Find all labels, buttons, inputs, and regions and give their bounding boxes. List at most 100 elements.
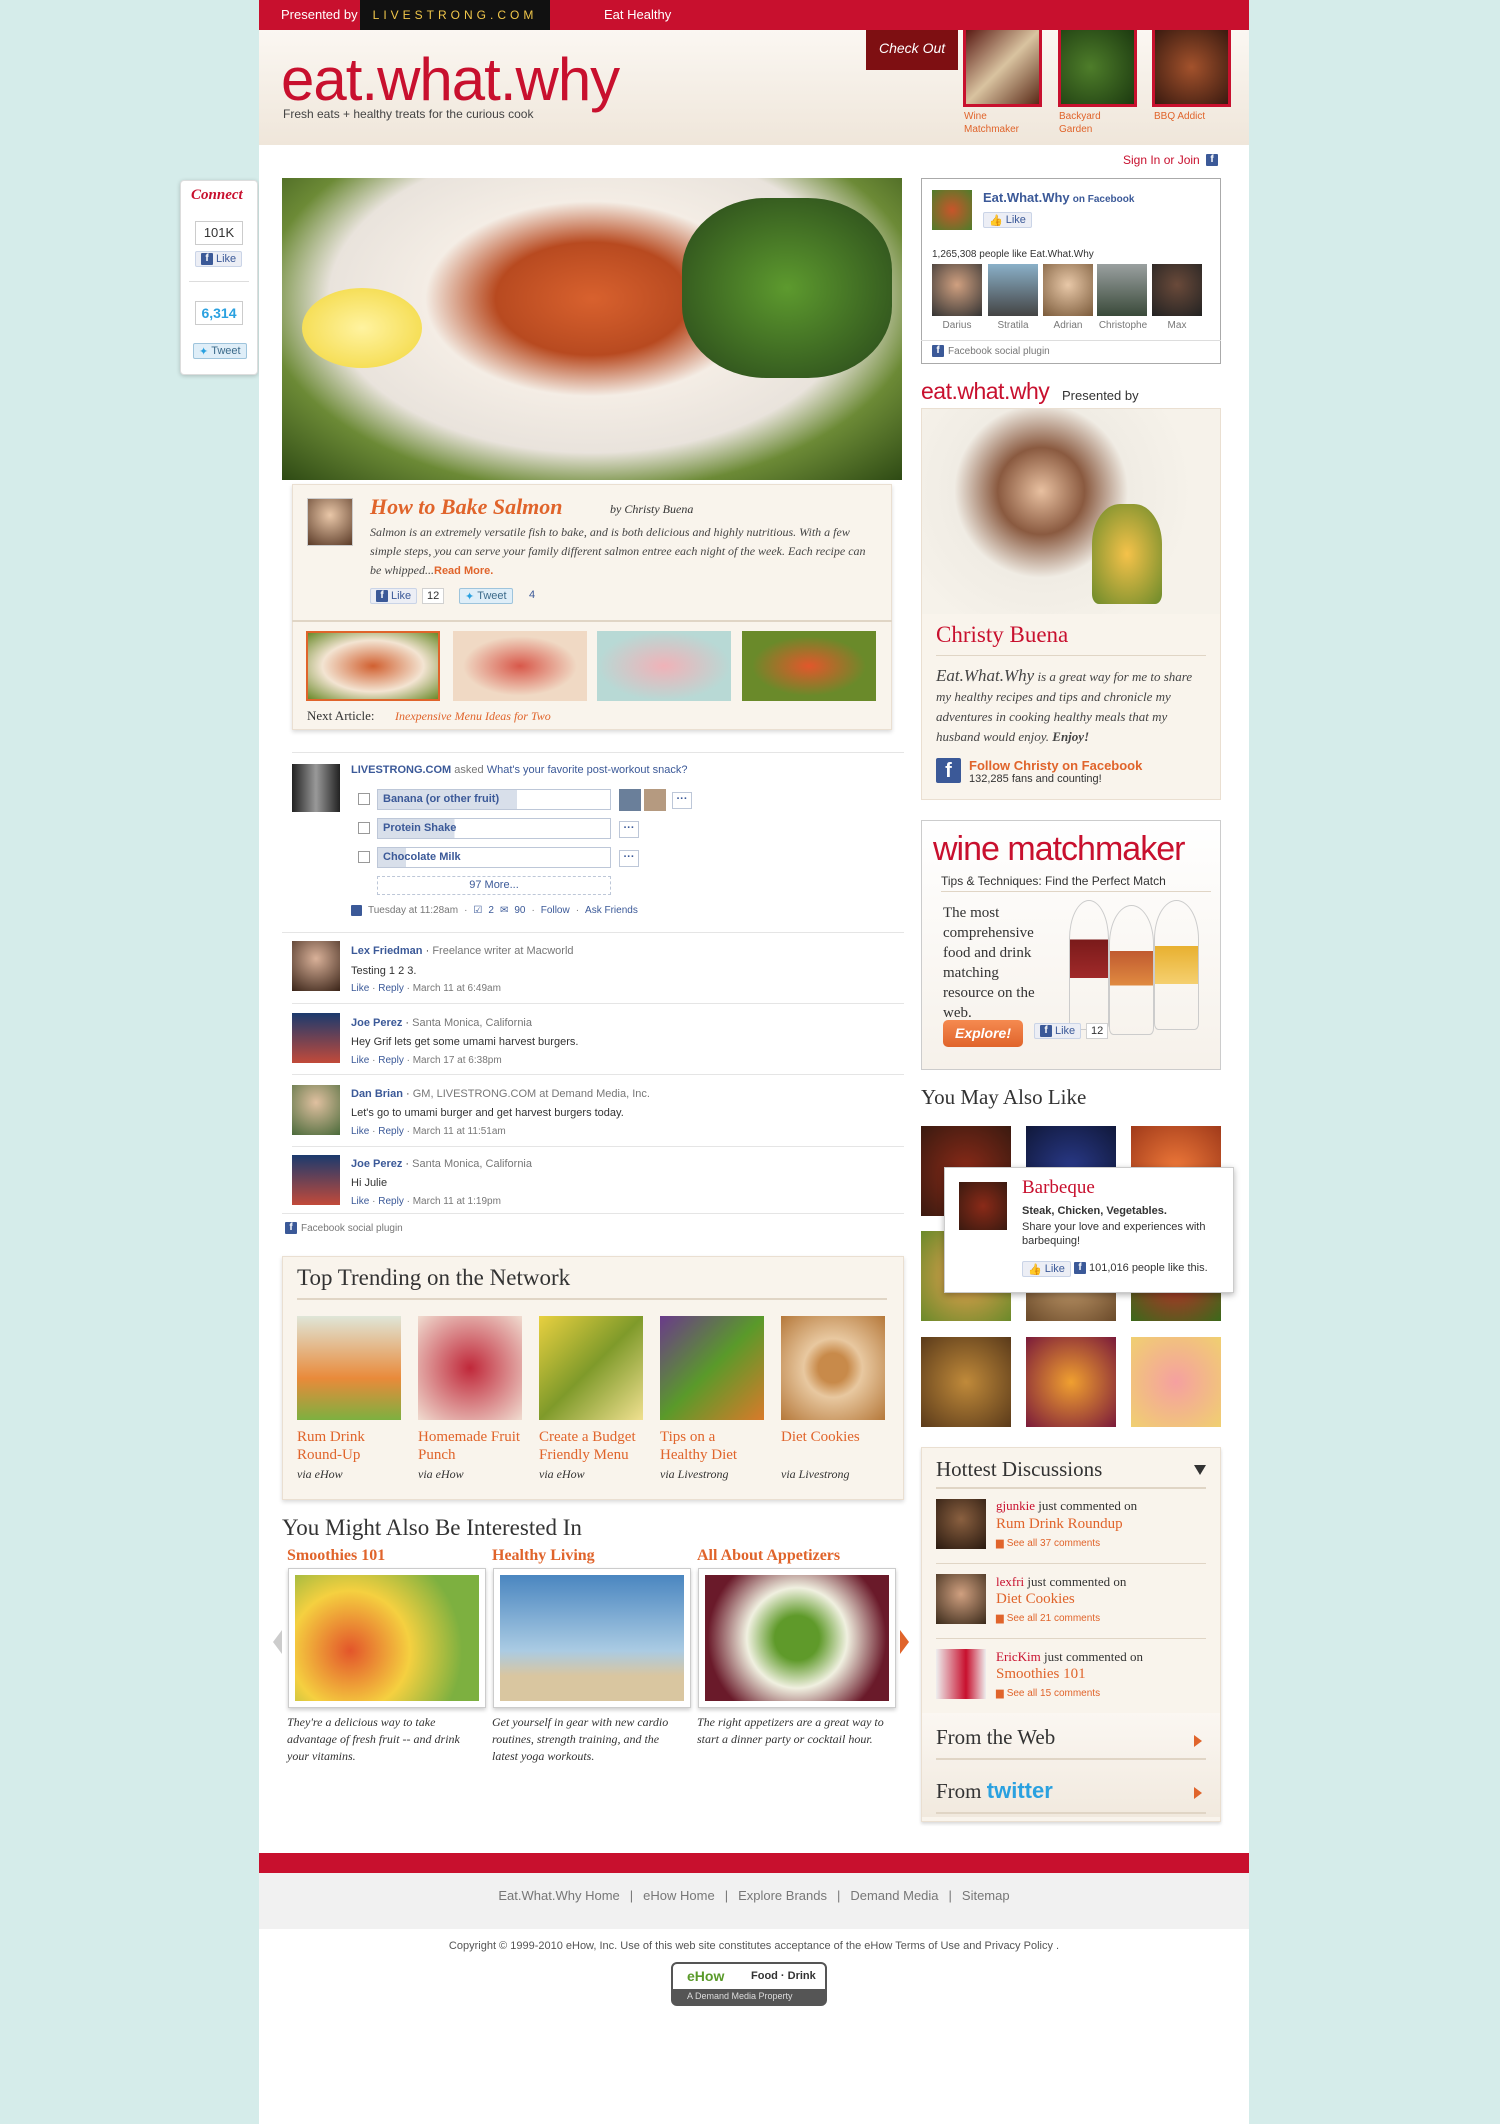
follow-christy-link[interactable]: Follow Christy on Facebook bbox=[969, 758, 1142, 773]
sign-in-link[interactable]: Sign In or Join bbox=[1123, 153, 1200, 167]
carousel-thumb-pasta[interactable] bbox=[453, 631, 587, 701]
trending-image[interactable] bbox=[418, 1316, 522, 1420]
fan-avatar[interactable] bbox=[1097, 264, 1147, 316]
tooltip-count: 101,016 people like this. bbox=[1089, 1262, 1208, 1274]
see-all-comments-link[interactable]: See all 15 comments bbox=[1007, 1688, 1100, 1699]
comment-header: Dan Brian · GM, LIVESTRONG.COM at Demand… bbox=[351, 1088, 650, 1100]
poll-option[interactable]: Protein Shake bbox=[377, 818, 611, 839]
trending-image[interactable] bbox=[539, 1316, 643, 1420]
fbbox-like-button[interactable]: 👍 Like bbox=[983, 212, 1032, 228]
poll-more-options[interactable]: 97 More... bbox=[377, 876, 611, 895]
also-like-tile[interactable] bbox=[921, 1337, 1011, 1427]
poll-more-voters-button[interactable]: ··· bbox=[619, 850, 639, 867]
next-article-link[interactable]: Inexpensive Menu Ideas for Two bbox=[395, 709, 551, 724]
poll-ask-friends-link[interactable]: Ask Friends bbox=[585, 905, 638, 916]
footer-link[interactable]: eHow Home bbox=[643, 1888, 715, 1903]
comment-like-link[interactable]: Like bbox=[351, 1126, 369, 1137]
comment-reply-link[interactable]: Reply bbox=[378, 983, 404, 994]
also-like-tile[interactable] bbox=[1026, 1337, 1116, 1427]
also-like-title: You May Also Like bbox=[921, 1085, 1087, 1109]
checkout-bbq-image[interactable] bbox=[1152, 30, 1231, 107]
footer-link[interactable]: Explore Brands bbox=[738, 1888, 827, 1903]
checkout-garden-image[interactable] bbox=[1058, 30, 1137, 107]
from-twitter-header[interactable]: From twitter bbox=[936, 1778, 1053, 1804]
checkout-label-bbq[interactable]: BBQ Addict bbox=[1154, 110, 1224, 123]
comment-like-link[interactable]: Like bbox=[351, 983, 369, 994]
explore-button[interactable]: Explore! bbox=[943, 1020, 1023, 1047]
expand-arrow-icon[interactable] bbox=[1194, 1735, 1202, 1747]
poll-checkbox[interactable] bbox=[358, 793, 370, 805]
checkout-label-garden[interactable]: Backyard Garden bbox=[1059, 110, 1119, 136]
interested-desc: They're a delicious way to take advantag… bbox=[287, 1715, 460, 1763]
wine-like-button[interactable]: f Like bbox=[1034, 1023, 1082, 1039]
interested-image[interactable] bbox=[705, 1575, 889, 1701]
interested-image[interactable] bbox=[295, 1575, 479, 1701]
discussion-topic-link[interactable]: Diet Cookies bbox=[996, 1591, 1075, 1608]
poll-checkbox[interactable] bbox=[358, 822, 370, 834]
trending-link[interactable]: Create a Budget Friendly Menu bbox=[539, 1428, 649, 1464]
article-like-button[interactable]: f Like bbox=[370, 588, 418, 604]
poll-option[interactable]: Banana (or other fruit) bbox=[377, 789, 611, 810]
discussion-user-link[interactable]: EricKim bbox=[996, 1649, 1041, 1664]
interested-link[interactable]: All About Appetizers bbox=[697, 1547, 840, 1565]
trending-link[interactable]: Rum Drink Round-Up bbox=[297, 1428, 401, 1464]
footer-link[interactable]: Eat.What.Why Home bbox=[498, 1888, 619, 1903]
comment-reply-link[interactable]: Reply bbox=[378, 1196, 404, 1207]
facebook-page-link[interactable]: Eat.What.Why bbox=[983, 190, 1070, 205]
discussion-topic-link[interactable]: Rum Drink Roundup bbox=[996, 1516, 1123, 1533]
expand-arrow-icon[interactable] bbox=[1194, 1787, 1202, 1799]
facebook-like-button[interactable]: f Like bbox=[195, 251, 243, 267]
carousel-thumb-vegetables[interactable] bbox=[742, 631, 876, 701]
comment-reply-link[interactable]: Reply bbox=[378, 1126, 404, 1137]
from-the-web-header[interactable]: From the Web bbox=[936, 1725, 1055, 1750]
trending-link[interactable]: Homemade Fruit Punch bbox=[418, 1428, 522, 1464]
see-all-comments-link[interactable]: See all 37 comments bbox=[1007, 1538, 1100, 1549]
interested-link[interactable]: Smoothies 101 bbox=[287, 1547, 385, 1565]
carousel-next-arrow[interactable] bbox=[900, 1630, 909, 1654]
poll-checkbox[interactable] bbox=[358, 851, 370, 863]
trending-link[interactable]: Diet Cookies bbox=[781, 1428, 885, 1446]
article-tweet-button[interactable]: ✦ Tweet bbox=[459, 588, 513, 604]
comment-like-link[interactable]: Like bbox=[351, 1196, 369, 1207]
trending-image[interactable] bbox=[781, 1316, 885, 1420]
poll-more-voters-button[interactable]: ··· bbox=[619, 821, 639, 838]
checkout-wine-image[interactable] bbox=[963, 30, 1042, 107]
poll-option[interactable]: Chocolate Milk bbox=[377, 847, 611, 868]
also-like-tile[interactable] bbox=[1131, 1337, 1221, 1427]
see-all-comments-link[interactable]: See all 21 comments bbox=[1007, 1613, 1100, 1624]
poll-question[interactable]: What's your favorite post-workout snack? bbox=[487, 764, 688, 776]
fan-avatar[interactable] bbox=[988, 264, 1038, 316]
tweet-button[interactable]: ✦ Tweet bbox=[193, 343, 247, 359]
carousel-thumb-salmon[interactable] bbox=[306, 631, 440, 701]
livestrong-logo[interactable]: LIVESTRONG.COM bbox=[360, 0, 550, 30]
ehow-badge[interactable]: eHow Food · Drink A Demand Media Propert… bbox=[671, 1962, 827, 2006]
comment-like-link[interactable]: Like bbox=[351, 1055, 369, 1066]
discussion-topic-link[interactable]: Smoothies 101 bbox=[996, 1666, 1086, 1683]
carousel-thumb-icecream[interactable] bbox=[597, 631, 731, 701]
fan-avatar[interactable] bbox=[1152, 264, 1202, 316]
footer-link[interactable]: Demand Media bbox=[850, 1888, 938, 1903]
fan-avatar[interactable] bbox=[1043, 264, 1093, 316]
carousel-prev-arrow[interactable] bbox=[273, 1630, 282, 1654]
poll-asker-link[interactable]: LIVESTRONG.COM bbox=[351, 764, 451, 776]
read-more-link[interactable]: Read More. bbox=[434, 565, 493, 577]
eat-healthy-link[interactable]: Eat Healthy bbox=[604, 7, 671, 22]
fan-avatar[interactable] bbox=[932, 264, 982, 316]
checkout-label-wine[interactable]: Wine Matchmaker bbox=[964, 110, 1034, 136]
trending-image[interactable] bbox=[297, 1316, 401, 1420]
trending-image[interactable] bbox=[660, 1316, 764, 1420]
interested-link[interactable]: Healthy Living bbox=[492, 1547, 595, 1565]
article-title[interactable]: How to Bake Salmon bbox=[370, 494, 563, 520]
poll-follow-link[interactable]: Follow bbox=[541, 905, 570, 916]
interested-image[interactable] bbox=[500, 1575, 684, 1701]
trending-link[interactable]: Tips on a Healthy Diet bbox=[660, 1428, 764, 1464]
discussion-user-link[interactable]: lexfri bbox=[996, 1574, 1024, 1589]
tooltip-like-button[interactable]: 👍 Like bbox=[1022, 1261, 1071, 1277]
discussion-user-link[interactable]: gjunkie bbox=[996, 1498, 1035, 1513]
site-logo[interactable]: eat.what.why bbox=[281, 50, 620, 110]
footer-link[interactable]: Sitemap bbox=[962, 1888, 1010, 1903]
comment-reply-link[interactable]: Reply bbox=[378, 1055, 404, 1066]
collapse-arrow-icon[interactable] bbox=[1194, 1465, 1206, 1475]
hero-salmon-image[interactable] bbox=[282, 178, 902, 480]
poll-more-voters-button[interactable]: ··· bbox=[672, 792, 692, 809]
